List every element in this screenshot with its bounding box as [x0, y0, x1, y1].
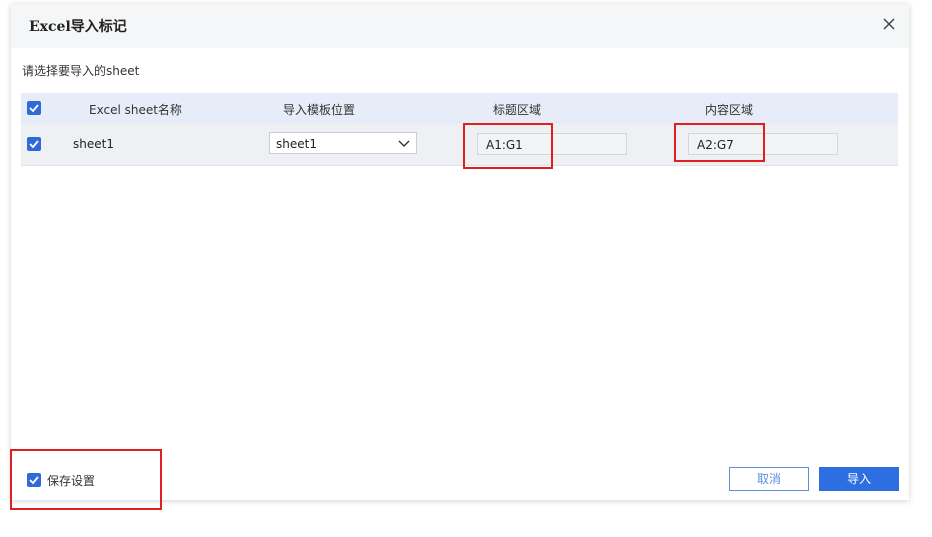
- template-position-value: sheet1: [276, 137, 317, 151]
- table-row: sheet1 sheet1 A1:G1 A2:G7: [21, 124, 898, 166]
- close-icon[interactable]: [879, 14, 899, 34]
- sheet-select-prompt: 请选择要导入的sheet: [22, 64, 140, 78]
- table-header: Excel sheet名称 导入模板位置 标题区域 内容区域: [21, 93, 898, 124]
- cancel-button[interactable]: 取消: [729, 467, 809, 491]
- chevron-down-icon: [398, 138, 410, 152]
- header-template-position: 导入模板位置: [283, 103, 356, 117]
- excel-import-dialog: Excel导入标记 请选择要导入的sheet Excel sheet名称 导入模…: [11, 4, 909, 500]
- template-position-select[interactable]: sheet1: [269, 132, 417, 154]
- title-area-highlight: [463, 123, 553, 169]
- header-sheet-name: Excel sheet名称: [89, 103, 182, 117]
- save-settings-highlight: [10, 449, 162, 510]
- dialog-titlebar: Excel导入标记: [11, 4, 909, 48]
- content-area-highlight: [674, 123, 765, 162]
- select-all-checkbox[interactable]: [27, 101, 41, 115]
- sheet-table: Excel sheet名称 导入模板位置 标题区域 内容区域 sheet1 sh…: [21, 93, 898, 166]
- row-checkbox[interactable]: [27, 137, 41, 151]
- header-title-area: 标题区域: [493, 103, 542, 117]
- import-button[interactable]: 导入: [819, 467, 899, 491]
- dialog-title: Excel导入标记: [29, 19, 127, 35]
- header-content-area: 内容区域: [705, 103, 754, 117]
- row-sheet-name: sheet1: [73, 137, 114, 151]
